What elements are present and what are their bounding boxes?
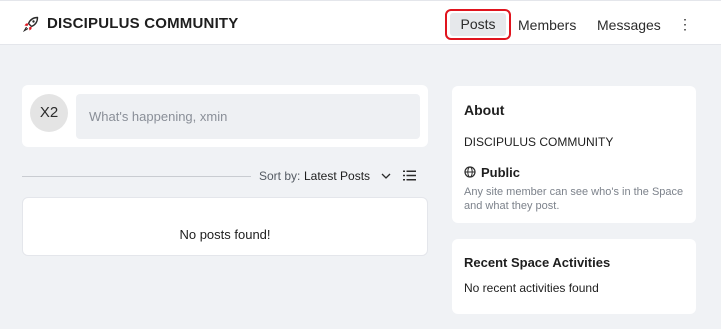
globe-icon [464,166,476,178]
divider [22,176,251,177]
activities-title: Recent Space Activities [464,255,611,270]
nav-tab-messages[interactable]: Messages [597,15,661,35]
post-composer: X2 What's happening, xmin [22,85,428,147]
recent-activities-card: Recent Space Activities No recent activi… [452,239,696,314]
privacy-description: Any site member can see who's in the Spa… [464,186,684,212]
rocket-icon [23,16,39,32]
list-view-icon[interactable] [403,169,416,182]
nav-tab-members[interactable]: Members [518,15,576,35]
top-header: DISCIPULUS COMMUNITY Posts Members Messa… [0,0,721,45]
post-input[interactable]: What's happening, xmin [76,94,420,139]
avatar[interactable]: X2 [30,94,68,132]
more-options-icon[interactable]: ⋮ [678,15,692,35]
about-space-name: DISCIPULUS COMMUNITY [464,135,614,149]
nav-posts-highlight: Posts [445,9,511,40]
empty-posts-message: No posts found! [179,227,271,242]
activities-empty-message: No recent activities found [464,281,599,295]
about-card: About DISCIPULUS COMMUNITY Public Any si… [452,86,696,223]
sort-label: Sort by: [259,169,301,183]
about-title: About [464,102,505,118]
chevron-down-icon[interactable] [380,170,392,182]
community-name[interactable]: DISCIPULUS COMMUNITY [47,15,239,32]
privacy-label: Public [481,165,521,180]
posts-list: No posts found! [22,197,428,256]
sort-select[interactable]: Latest Posts [304,169,370,183]
nav-tab-posts[interactable]: Posts [450,13,506,36]
